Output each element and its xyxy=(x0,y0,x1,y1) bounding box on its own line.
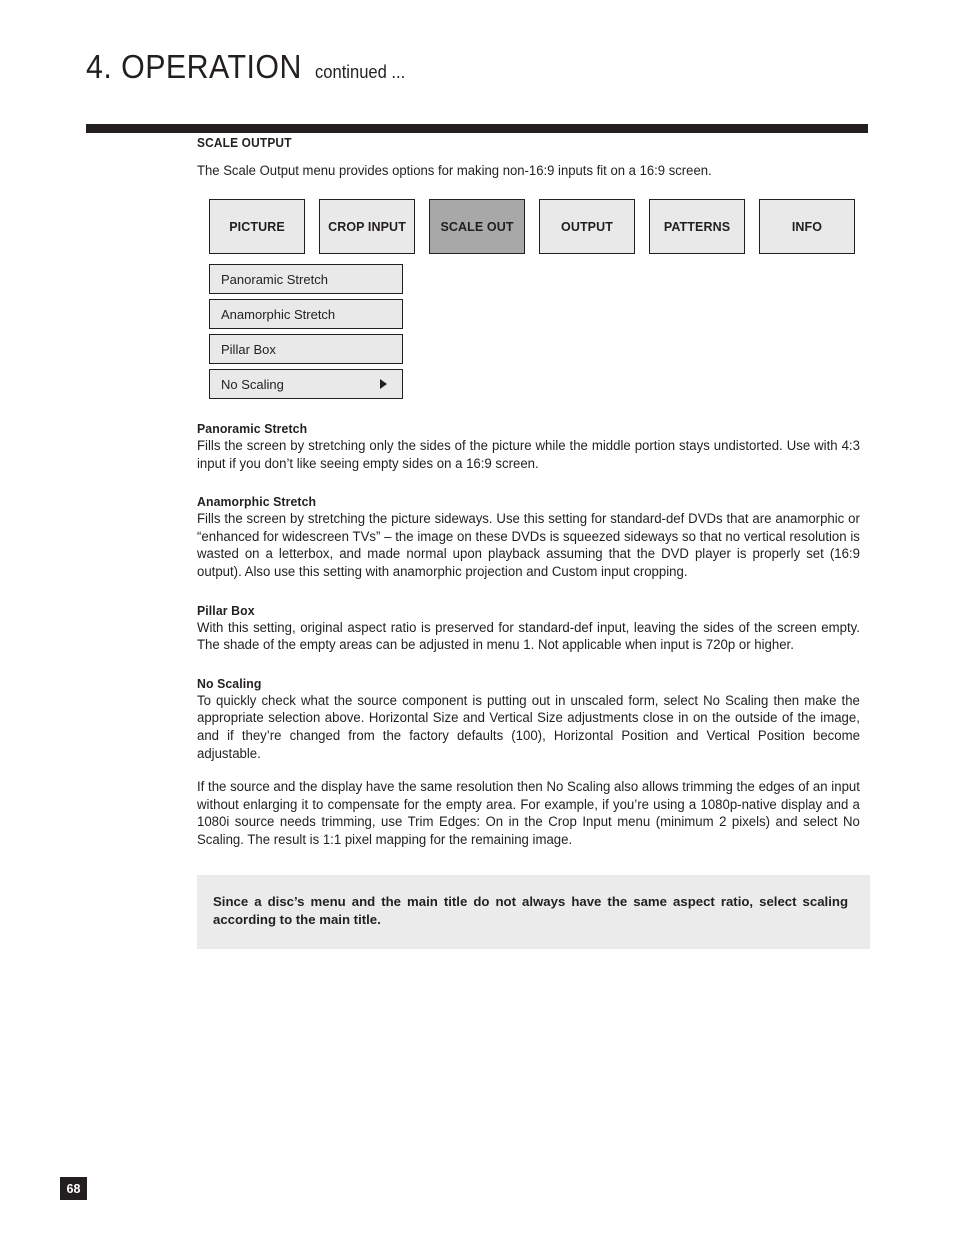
block-paragraph: Fills the screen by stretching the pictu… xyxy=(197,511,860,579)
block-anamorphic-stretch: Anamorphic Stretch Fills the screen by s… xyxy=(197,494,870,580)
submenu-item-label: Pillar Box xyxy=(221,341,276,357)
menu-tab-label: PATTERNS xyxy=(663,219,731,234)
submenu-list: Panoramic Stretch Anamorphic Stretch Pil… xyxy=(209,264,403,399)
menu-tab-crop-input[interactable]: CROP INPUT xyxy=(319,199,415,254)
submenu-item-label: Panoramic Stretch xyxy=(221,271,328,287)
block-no-scaling: No Scaling To quickly check what the sou… xyxy=(197,676,870,849)
menu-tab-label: OUTPUT xyxy=(561,219,613,234)
section-title: SCALE OUTPUT xyxy=(197,136,292,150)
block-pillar-box: Pillar Box With this setting, original a… xyxy=(197,603,870,654)
submenu-item-anamorphic-stretch[interactable]: Anamorphic Stretch xyxy=(209,299,403,329)
menu-tab-label: CROP INPUT xyxy=(328,219,406,234)
block-paragraph: Fills the screen by stretching only the … xyxy=(197,438,860,471)
triangle-right-icon xyxy=(380,379,387,389)
menu-tab-output[interactable]: OUTPUT xyxy=(539,199,635,254)
submenu-item-pillar-box[interactable]: Pillar Box xyxy=(209,334,403,364)
submenu-item-label: No Scaling xyxy=(221,376,284,392)
block-panoramic-stretch: Panoramic Stretch Fills the screen by st… xyxy=(197,421,870,472)
callout-note: Since a disc’s menu and the main title d… xyxy=(197,874,870,949)
section-intro-text: The Scale Output menu provides options f… xyxy=(197,163,712,178)
menu-tab-label: PICTURE xyxy=(229,219,285,234)
chapter-continued-label: continued ... xyxy=(314,62,405,82)
page-number-badge: 68 xyxy=(60,1177,87,1200)
menu-tab-info[interactable]: INFO xyxy=(759,199,855,254)
block-heading: Pillar Box xyxy=(197,602,255,618)
header-rule xyxy=(86,124,868,133)
menu-tab-label: SCALE OUT xyxy=(440,219,514,234)
block-paragraph: To quickly check what the source compone… xyxy=(197,692,860,761)
chapter-title: 4. OPERATION xyxy=(86,48,302,85)
block-heading: Anamorphic Stretch xyxy=(197,494,317,510)
block-heading: No Scaling xyxy=(197,675,262,691)
page-header: 4. OPERATION continued ... xyxy=(86,48,868,133)
block-heading: Panoramic Stretch xyxy=(197,421,308,436)
menu-tab-label: INFO xyxy=(791,219,823,234)
menu-tab-patterns[interactable]: PATTERNS xyxy=(649,199,745,254)
menu-tab-row: PICTURE CROP INPUT SCALE OUT OUTPUT PATT… xyxy=(209,199,870,254)
submenu-item-label: Anamorphic Stretch xyxy=(221,306,336,322)
content-column: SCALE OUTPUT The Scale Output menu provi… xyxy=(197,136,870,949)
block-paragraph: With this setting, original aspect ratio… xyxy=(197,619,860,653)
menu-tab-picture[interactable]: PICTURE xyxy=(209,199,305,254)
block-paragraph: If the source and the display have the s… xyxy=(197,779,860,847)
header-title-line: 4. OPERATION continued ... xyxy=(86,48,868,85)
submenu-item-panoramic-stretch[interactable]: Panoramic Stretch xyxy=(209,264,403,294)
submenu-item-no-scaling[interactable]: No Scaling xyxy=(209,369,403,399)
menu-tab-scale-out[interactable]: SCALE OUT xyxy=(429,199,525,254)
